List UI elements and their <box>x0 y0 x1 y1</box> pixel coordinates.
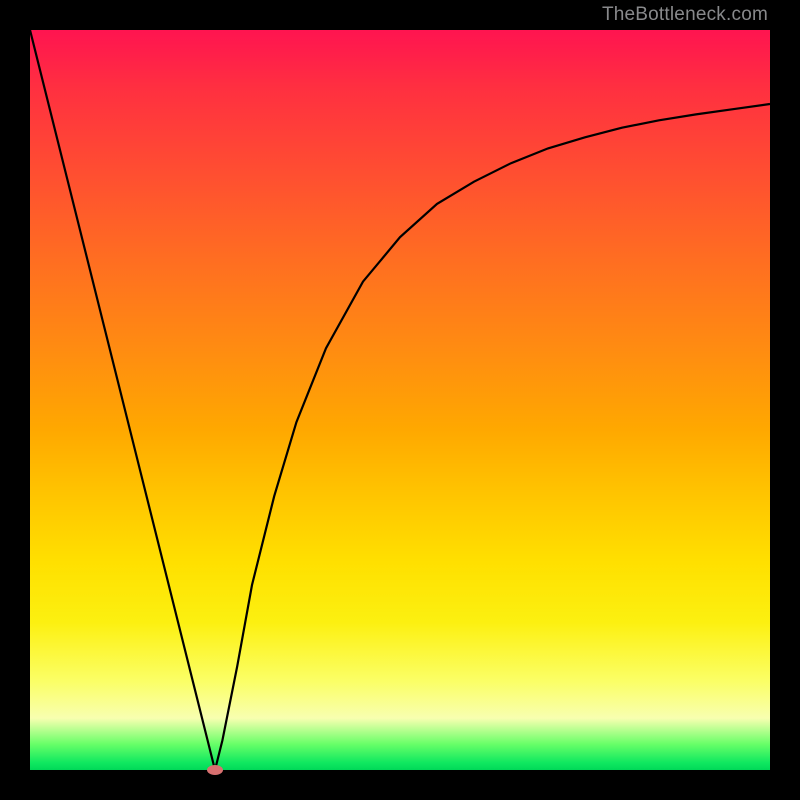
chart-plot-area <box>30 30 770 770</box>
bottleneck-curve <box>30 30 770 770</box>
optimum-marker <box>207 765 223 775</box>
watermark-text: TheBottleneck.com <box>602 4 768 26</box>
